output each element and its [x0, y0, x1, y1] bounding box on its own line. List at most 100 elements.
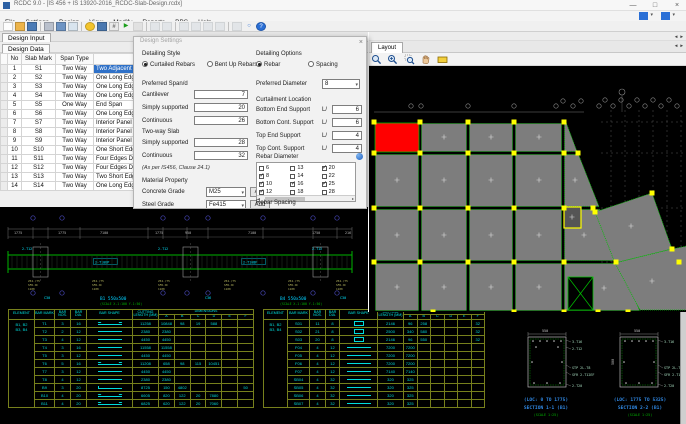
radio-rebar[interactable]: Rebar: [256, 61, 280, 68]
bar-shape-line: [346, 378, 371, 380]
preferred-diameter-select[interactable]: 8: [322, 79, 360, 90]
row-selector[interactable]: [0, 91, 8, 101]
rebar-dia-10[interactable]: 10: [259, 180, 290, 188]
row-selector[interactable]: [0, 109, 8, 119]
svg-text:(SCALE X-1:100 Y-1:50): (SCALE X-1:100 Y-1:50): [100, 302, 142, 306]
workspace-icon[interactable]: [639, 12, 653, 20]
zoom-in-icon[interactable]: [387, 54, 398, 65]
visibility-icon[interactable]: [437, 54, 448, 65]
elevation-svg: 1775 1775 7100 1775 950 7100 1750 216 2-T12 2-T12…: [7, 215, 353, 306]
radio-curtailed-rebars[interactable]: Curtailed Rebars: [142, 61, 195, 68]
bottom-end-support-input[interactable]: 6: [332, 105, 362, 114]
preferred-span-label: Preferred Span/d: [142, 81, 188, 87]
col-slab-mark[interactable]: Slab Mark: [21, 53, 56, 65]
row-selector[interactable]: [0, 154, 8, 164]
row-selector[interactable]: [0, 64, 8, 74]
bar-shape-stirrup: [353, 336, 364, 342]
steel-grade-select[interactable]: Fe415: [206, 200, 246, 208]
zoom-extents-icon[interactable]: [371, 54, 382, 65]
zoom-window-icon[interactable]: [404, 54, 415, 65]
account-icon[interactable]: [661, 12, 675, 20]
close-icon[interactable]: ×: [359, 37, 363, 48]
print-icon[interactable]: [44, 22, 54, 31]
concrete-grade-select[interactable]: M25: [206, 187, 246, 198]
svg-text:7100: 7100: [248, 231, 256, 235]
row-selector[interactable]: [0, 100, 8, 110]
export-icon[interactable]: [68, 22, 78, 31]
col-span-type[interactable]: Span Type: [55, 53, 94, 65]
bar-shape-line: [97, 370, 122, 372]
detailing-options-label: Detailing Options: [256, 51, 302, 57]
layout-panel: ◄ ► Layout ◄ ►: [368, 32, 686, 315]
pan-icon[interactable]: [420, 54, 431, 65]
close-button[interactable]: ×: [668, 0, 686, 11]
rebar-dia-20[interactable]: 20: [321, 164, 353, 172]
help-icon[interactable]: [356, 153, 363, 160]
menu-bar: FileSettingsDesignViewModifyReportsBBSHe…: [0, 11, 686, 26]
minimize-button[interactable]: —: [624, 0, 642, 11]
toolbar-separator: [81, 22, 82, 31]
bbs-row-F07: F07 4 12 7140 7140: [264, 366, 485, 376]
display-icon[interactable]: [97, 22, 107, 31]
layout-canvas[interactable]: [369, 66, 686, 315]
row-selector[interactable]: [0, 118, 8, 128]
minimum-spacing-input[interactable]: 100: [328, 208, 362, 209]
window-icon: [215, 22, 225, 31]
bbs-row-SB07: SB07 4 32 320 325: [264, 398, 485, 408]
rebar-dia-25[interactable]: 25: [321, 180, 353, 188]
drawing-scrollbar[interactable]: [680, 312, 686, 424]
bbs-row-B9: B9 3 20 8725 150 4802 50: [9, 382, 254, 392]
rebar-dia-14[interactable]: 14: [290, 172, 321, 180]
toolbar-separator: [175, 22, 176, 31]
row-selector[interactable]: [0, 136, 8, 146]
options-icon[interactable]: [85, 22, 95, 31]
toolbar-separator: [146, 22, 147, 31]
dialog-title-bar[interactable]: Design Settings ×: [134, 37, 366, 48]
section1-loc: (LOC: 0 TO 1775): [524, 397, 568, 403]
section1-name: SECTION 1-1 (B1): [524, 405, 568, 411]
row-selector[interactable]: [0, 181, 8, 191]
bbs-row-T2: T2 2 12 2380 2380: [9, 326, 254, 336]
bar-shape-line: [97, 354, 122, 356]
simply-supported-input[interactable]: 20: [194, 103, 248, 112]
rebar-dia-8[interactable]: 8: [259, 172, 290, 180]
help-icon[interactable]: ?: [256, 22, 266, 31]
top-cont-support-input[interactable]: 4: [332, 144, 362, 153]
rebar-dia-13[interactable]: 13: [290, 164, 321, 172]
rebar-dia-6[interactable]: 6: [259, 164, 290, 172]
maximize-button[interactable]: □: [646, 0, 664, 11]
row-selector[interactable]: [0, 163, 8, 173]
row-selector[interactable]: [0, 82, 8, 92]
rebar-dia-22[interactable]: 22: [321, 172, 353, 180]
snap-grid-icon[interactable]: #: [109, 22, 119, 31]
continuous-input[interactable]: 32: [194, 151, 248, 160]
run-design-icon[interactable]: ▶: [121, 22, 131, 31]
cantilever-input[interactable]: 7: [194, 90, 248, 99]
scroll-right-icon[interactable]: ▸: [352, 196, 354, 202]
svg-text:C30: C30: [340, 296, 346, 300]
rebar-dia-16[interactable]: 16: [290, 180, 321, 188]
tab-layout[interactable]: Layout: [371, 42, 404, 53]
row-selector[interactable]: [0, 145, 8, 155]
continuous-input[interactable]: 26: [194, 116, 248, 125]
save-all-icon[interactable]: [56, 22, 66, 31]
row-selector[interactable]: [0, 73, 8, 83]
col-no[interactable]: No: [7, 53, 22, 65]
steel-grade-label: Steel Grade: [142, 202, 175, 208]
top-end-support-input[interactable]: 4: [332, 131, 362, 140]
bottom-cont-support-input[interactable]: 6: [332, 118, 362, 127]
simply-supported-input[interactable]: 28: [194, 138, 248, 147]
radio-bent-up-rebars[interactable]: Bent Up Rebars: [206, 61, 257, 68]
bbs-row-B11: B11 4 20 6825 620 122 20 7060: [9, 398, 254, 408]
radio-icon: [142, 61, 148, 67]
search-icon[interactable]: ○: [244, 22, 254, 31]
new-file-icon[interactable]: [3, 22, 13, 31]
tab-nav-arrows[interactable]: ◄ ►: [674, 43, 684, 48]
open-folder-icon[interactable]: [15, 22, 25, 31]
radio-spacing[interactable]: Spacing: [308, 61, 338, 68]
row-selector[interactable]: [0, 127, 8, 137]
panel-nav-arrows[interactable]: ◄ ►: [674, 32, 684, 41]
save-icon[interactable]: [27, 22, 37, 31]
radio-icon: [206, 61, 213, 67]
row-selector[interactable]: [0, 172, 8, 182]
